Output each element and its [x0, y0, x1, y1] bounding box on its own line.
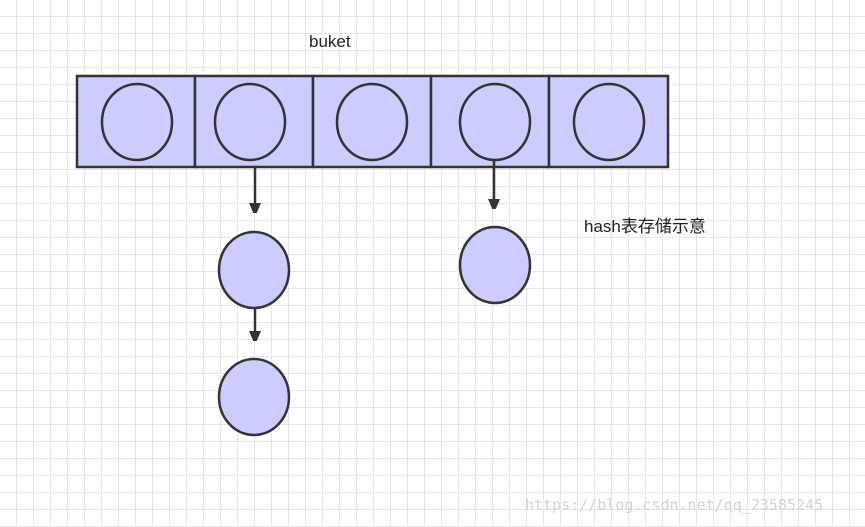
bucket-slot-node	[572, 82, 646, 162]
bucket-slot-node	[213, 82, 287, 162]
chain-node	[217, 230, 291, 310]
diagram-canvas: buket hash表存储示意 https://blog.csdn.net/qq…	[0, 0, 865, 527]
collision-chain	[458, 160, 532, 305]
chain-node	[217, 357, 291, 437]
watermark-url: https://blog.csdn.net/qq_23585245	[525, 496, 824, 514]
chain-node	[458, 225, 532, 305]
bucket-slot-node	[458, 82, 532, 162]
bucket-slot-node	[335, 82, 409, 162]
collision-chain	[217, 168, 291, 437]
bucket-slot-node	[100, 82, 174, 162]
bucket-array	[75, 74, 670, 169]
hash-table-diagram	[75, 74, 670, 437]
